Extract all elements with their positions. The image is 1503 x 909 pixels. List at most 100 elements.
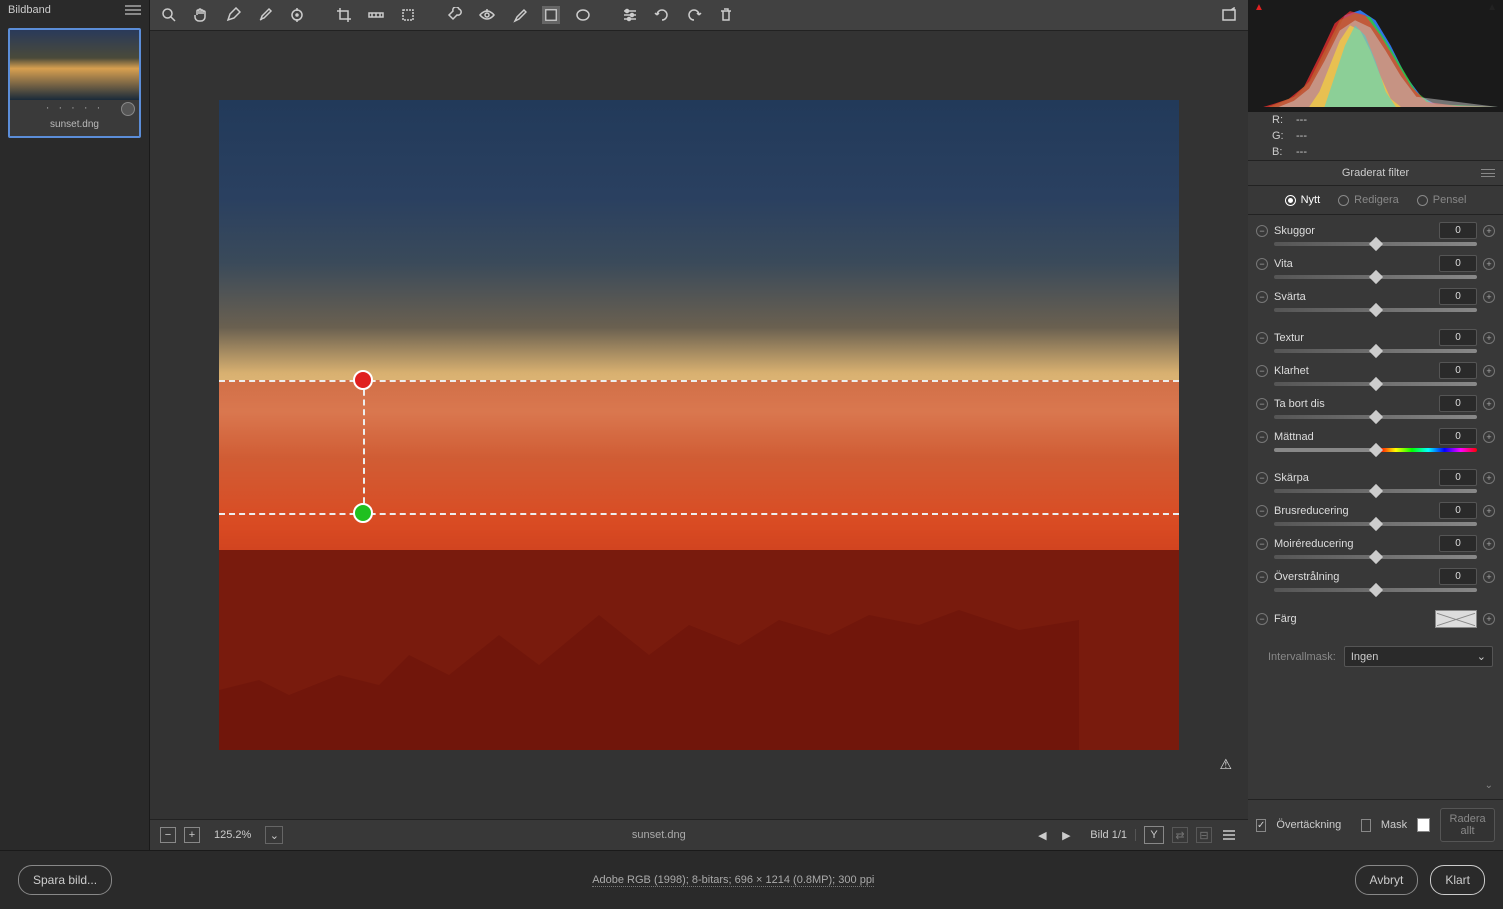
highlight-clip-icon[interactable]: ▲	[1487, 2, 1497, 13]
whites-minus-button[interactable]: −	[1256, 258, 1268, 270]
color-minus-button[interactable]: −	[1256, 613, 1268, 625]
whites-input[interactable]	[1439, 255, 1477, 272]
color-sampler-icon[interactable]	[256, 6, 274, 24]
dehaze-slider[interactable]	[1274, 415, 1477, 419]
blacks-minus-button[interactable]: −	[1256, 291, 1268, 303]
defringe-minus-button[interactable]: −	[1256, 571, 1268, 583]
warning-icon[interactable]: ⚠	[1219, 756, 1232, 773]
clarity-input[interactable]	[1439, 362, 1477, 379]
mask-color-swatch[interactable]	[1417, 818, 1430, 832]
overlay-checkbox[interactable]	[1256, 819, 1266, 832]
saturation-minus-button[interactable]: −	[1256, 431, 1268, 443]
panel-menu-icon[interactable]	[1481, 169, 1495, 177]
whites-plus-button[interactable]: +	[1483, 258, 1495, 270]
moire-input[interactable]	[1439, 535, 1477, 552]
eyedropper-icon[interactable]	[224, 6, 242, 24]
image-info[interactable]: Adobe RGB (1998); 8-bitars; 696 × 1214 (…	[592, 874, 874, 887]
graduated-filter-icon[interactable]	[542, 6, 560, 24]
crop-tool-icon[interactable]	[335, 6, 353, 24]
dehaze-minus-button[interactable]: −	[1256, 398, 1268, 410]
saturation-slider[interactable]	[1274, 448, 1477, 452]
texture-slider[interactable]	[1274, 349, 1477, 353]
chevron-down-icon[interactable]: ⌄	[1485, 780, 1493, 791]
transform-icon[interactable]	[399, 6, 417, 24]
saturation-plus-button[interactable]: +	[1483, 431, 1495, 443]
brush-icon[interactable]	[510, 6, 528, 24]
mode-edit[interactable]: Redigera	[1338, 194, 1399, 206]
copy-button[interactable]: ⊟	[1196, 827, 1212, 843]
straighten-icon[interactable]	[367, 6, 385, 24]
thumbnail-rating[interactable]: · · · · ·	[10, 100, 139, 116]
whites-slider[interactable]	[1274, 275, 1477, 279]
zoom-in-button[interactable]: +	[184, 827, 200, 843]
radial-filter-icon[interactable]	[574, 6, 592, 24]
image-canvas[interactable]	[219, 100, 1179, 750]
zoom-out-button[interactable]: −	[160, 827, 176, 843]
target-adjust-icon[interactable]	[288, 6, 306, 24]
shadows-plus-button[interactable]: +	[1483, 225, 1495, 237]
noise-slider[interactable]	[1274, 522, 1477, 526]
rotate-cw-icon[interactable]	[685, 6, 703, 24]
mask-checkbox[interactable]	[1361, 819, 1371, 832]
gradient-end-pin[interactable]	[353, 503, 373, 523]
texture-plus-button[interactable]: +	[1483, 332, 1495, 344]
swap-button[interactable]: ⇄	[1172, 827, 1188, 843]
clarity-slider[interactable]	[1274, 382, 1477, 386]
clarity-plus-button[interactable]: +	[1483, 365, 1495, 377]
thumbnail-badge-icon	[121, 102, 135, 116]
defringe-plus-button[interactable]: +	[1483, 571, 1495, 583]
shadows-minus-button[interactable]: −	[1256, 225, 1268, 237]
cancel-button[interactable]: Avbryt	[1355, 865, 1419, 895]
sharpness-plus-button[interactable]: +	[1483, 472, 1495, 484]
texture-minus-button[interactable]: −	[1256, 332, 1268, 344]
settings-icon[interactable]	[1220, 826, 1238, 844]
save-image-button[interactable]: Spara bild...	[18, 865, 112, 895]
sharpness-minus-button[interactable]: −	[1256, 472, 1268, 484]
trash-icon[interactable]	[717, 6, 735, 24]
defringe-slider[interactable]	[1274, 588, 1477, 592]
done-button[interactable]: Klart	[1430, 865, 1485, 895]
clarity-minus-button[interactable]: −	[1256, 365, 1268, 377]
before-after-button[interactable]: Y	[1144, 826, 1164, 844]
spot-removal-icon[interactable]	[446, 6, 464, 24]
pan-tool-icon[interactable]	[192, 6, 210, 24]
filmstrip-menu-icon[interactable]	[125, 5, 141, 15]
blacks-input[interactable]	[1439, 288, 1477, 305]
histogram[interactable]: ▲ ▲	[1248, 0, 1503, 112]
color-swatch[interactable]	[1435, 610, 1477, 628]
saturation-input[interactable]	[1439, 428, 1477, 445]
moire-slider[interactable]	[1274, 555, 1477, 559]
zoom-dropdown[interactable]: ⌄	[265, 826, 283, 844]
noise-minus-button[interactable]: −	[1256, 505, 1268, 517]
shadows-input[interactable]	[1439, 222, 1477, 239]
prev-image-icon[interactable]: ◀	[1034, 827, 1050, 843]
shadow-clip-icon[interactable]: ▲	[1254, 2, 1264, 13]
mode-new[interactable]: Nytt	[1285, 194, 1321, 206]
zoom-tool-icon[interactable]	[160, 6, 178, 24]
blacks-slider[interactable]	[1274, 308, 1477, 312]
open-image-icon[interactable]	[1220, 6, 1238, 24]
moire-minus-button[interactable]: −	[1256, 538, 1268, 550]
dehaze-input[interactable]	[1439, 395, 1477, 412]
shadows-slider[interactable]	[1274, 242, 1477, 246]
redeye-icon[interactable]	[478, 6, 496, 24]
sharpness-slider[interactable]	[1274, 489, 1477, 493]
blacks-plus-button[interactable]: +	[1483, 291, 1495, 303]
gradient-start-pin[interactable]	[353, 370, 373, 390]
defringe-input[interactable]	[1439, 568, 1477, 585]
dehaze-plus-button[interactable]: +	[1483, 398, 1495, 410]
erase-all-button[interactable]: Radera allt	[1440, 808, 1495, 842]
texture-input[interactable]	[1439, 329, 1477, 346]
color-plus-button[interactable]: +	[1483, 613, 1495, 625]
noise-input[interactable]	[1439, 502, 1477, 519]
sharpness-input[interactable]	[1439, 469, 1477, 486]
thumbnail[interactable]: · · · · · sunset.dng	[8, 28, 141, 138]
mode-brush[interactable]: Pensel	[1417, 194, 1467, 206]
noise-plus-button[interactable]: +	[1483, 505, 1495, 517]
next-image-icon[interactable]: ▶	[1058, 827, 1074, 843]
range-mask-dropdown[interactable]: Ingen⌄	[1344, 646, 1493, 667]
rotate-ccw-icon[interactable]	[653, 6, 671, 24]
moire-plus-button[interactable]: +	[1483, 538, 1495, 550]
b-label: B:	[1272, 146, 1288, 158]
preferences-icon[interactable]	[621, 6, 639, 24]
